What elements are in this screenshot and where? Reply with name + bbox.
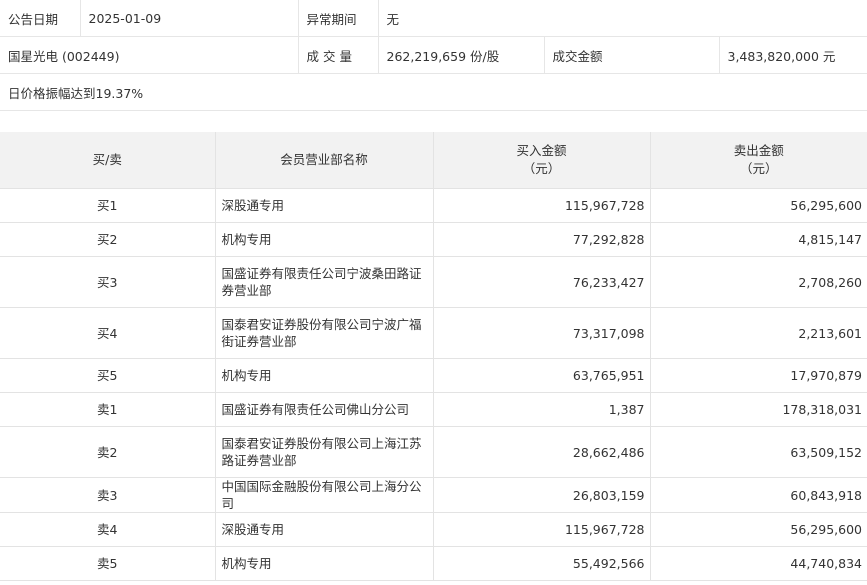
row-side: 买2 <box>0 222 216 257</box>
row-side: 买3 <box>0 256 216 308</box>
table-row: 买5 机构专用 63,765,951 17,970,879 <box>0 358 867 393</box>
row-branch: 机构专用 <box>214 358 434 393</box>
row-branch: 机构专用 <box>214 222 434 257</box>
row-sell-amount: 178,318,031 <box>649 392 867 427</box>
info-row-date: 公告日期 2025-01-09 异常期间 无 <box>0 0 867 37</box>
row-side: 买1 <box>0 188 216 223</box>
row-buy-amount: 115,967,728 <box>432 512 651 547</box>
row-buy-amount: 77,292,828 <box>432 222 651 257</box>
row-branch: 国盛证券有限责任公司宁波桑田路证券营业部 <box>214 256 434 308</box>
row-branch: 深股通专用 <box>214 512 434 547</box>
row-branch: 国泰君安证券股份有限公司上海江苏路证券营业部 <box>214 426 434 478</box>
row-sell-amount: 44,740,834 <box>649 546 867 581</box>
table-row: 卖1 国盛证券有限责任公司佛山分公司 1,387 178,318,031 <box>0 392 867 427</box>
header-buy-amount: 买入金额 （元） <box>432 132 651 189</box>
row-buy-amount: 26,803,159 <box>432 477 651 513</box>
row-branch: 中国国际金融股份有限公司上海分公司 <box>214 477 434 513</box>
header-buy-line1: 买入金额 <box>516 143 567 158</box>
table-row: 卖5 机构专用 55,492,566 44,740,834 <box>0 546 867 581</box>
table-row: 买2 机构专用 77,292,828 4,815,147 <box>0 222 867 257</box>
row-sell-amount: 4,815,147 <box>649 222 867 257</box>
row-buy-amount: 28,662,486 <box>432 426 651 478</box>
table-row: 买3 国盛证券有限责任公司宁波桑田路证券营业部 76,233,427 2,708… <box>0 256 867 308</box>
row-side: 买5 <box>0 358 216 393</box>
table-row: 买4 国泰君安证券股份有限公司宁波广福街证券营业部 73,317,098 2,2… <box>0 307 867 359</box>
row-branch: 国泰君安证券股份有限公司宁波广福街证券营业部 <box>214 307 434 359</box>
table-row: 卖3 中国国际金融股份有限公司上海分公司 26,803,159 60,843,9… <box>0 477 867 513</box>
volume-label: 成 交 量 <box>297 36 379 74</box>
row-branch: 国盛证券有限责任公司佛山分公司 <box>214 392 434 427</box>
row-side: 买4 <box>0 307 216 359</box>
row-buy-amount: 76,233,427 <box>432 256 651 308</box>
row-side: 卖5 <box>0 546 216 581</box>
table-row: 买1 深股通专用 115,967,728 56,295,600 <box>0 188 867 223</box>
trading-detail-table: 买/卖 会员营业部名称 买入金额 （元） 卖出金额 （元） 买1 深股通专用 1… <box>0 132 867 581</box>
row-buy-amount: 1,387 <box>432 392 651 427</box>
row-sell-amount: 60,843,918 <box>649 477 867 513</box>
row-sell-amount: 56,295,600 <box>649 512 867 547</box>
header-sell-line1: 卖出金额 <box>733 143 784 158</box>
amount-label: 成交金额 <box>543 36 720 74</box>
row-buy-amount: 73,317,098 <box>432 307 651 359</box>
announce-date-value: 2025-01-09 <box>79 0 299 37</box>
row-buy-amount: 55,492,566 <box>432 546 651 581</box>
announce-date-label: 公告日期 <box>0 0 81 37</box>
info-row-reason: 日价格振幅达到19.37% <box>0 73 867 111</box>
summary-info-table: 公告日期 2025-01-09 异常期间 无 国星光电 (002449) 成 交… <box>0 0 867 111</box>
listing-reason: 日价格振幅达到19.37% <box>0 73 867 111</box>
table-row: 卖2 国泰君安证券股份有限公司上海江苏路证券营业部 28,662,486 63,… <box>0 426 867 478</box>
row-side: 卖2 <box>0 426 216 478</box>
stock-name: 国星光电 (002449) <box>0 36 299 74</box>
row-side: 卖1 <box>0 392 216 427</box>
volume-value: 262,219,659 份/股 <box>377 36 545 74</box>
abnormal-period-value: 无 <box>377 0 867 37</box>
row-side: 卖3 <box>0 477 216 513</box>
header-branch: 会员营业部名称 <box>214 132 434 189</box>
row-sell-amount: 17,970,879 <box>649 358 867 393</box>
info-row-trade: 国星光电 (002449) 成 交 量 262,219,659 份/股 成交金额… <box>0 36 867 74</box>
row-branch: 机构专用 <box>214 546 434 581</box>
row-sell-amount: 63,509,152 <box>649 426 867 478</box>
row-sell-amount: 2,708,260 <box>649 256 867 308</box>
header-sell-amount: 卖出金额 （元） <box>649 132 867 189</box>
row-side: 卖4 <box>0 512 216 547</box>
table-row: 卖4 深股通专用 115,967,728 56,295,600 <box>0 512 867 547</box>
table-header-row: 买/卖 会员营业部名称 买入金额 （元） 卖出金额 （元） <box>0 132 867 189</box>
amount-value: 3,483,820,000 元 <box>718 36 867 74</box>
header-side: 买/卖 <box>0 132 216 189</box>
header-buy-line2: （元） <box>522 161 561 176</box>
row-buy-amount: 115,967,728 <box>432 188 651 223</box>
row-sell-amount: 2,213,601 <box>649 307 867 359</box>
abnormal-period-label: 异常期间 <box>297 0 379 37</box>
row-sell-amount: 56,295,600 <box>649 188 867 223</box>
row-buy-amount: 63,765,951 <box>432 358 651 393</box>
header-sell-line2: （元） <box>739 161 778 176</box>
row-branch: 深股通专用 <box>214 188 434 223</box>
